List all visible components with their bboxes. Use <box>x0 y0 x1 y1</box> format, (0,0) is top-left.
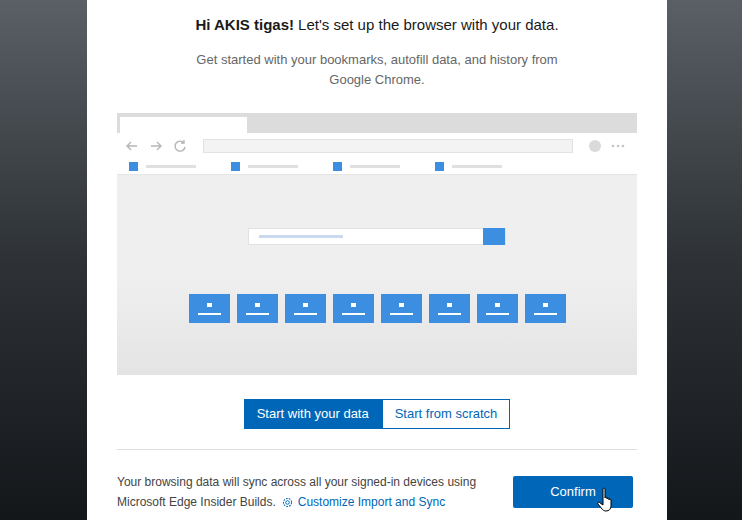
sync-notice-line: Microsoft Edge Insider Builds. <box>117 492 276 512</box>
heading: Let's set up the browser with your data. <box>298 16 559 33</box>
illustration-tab <box>120 117 247 133</box>
profile-icon <box>589 140 601 152</box>
illustration-tiles <box>189 294 566 323</box>
option-button[interactable]: Start with your data <box>244 399 382 429</box>
setup-dialog: Hi AKIS tigas!Let's set up the browser w… <box>87 0 667 520</box>
divider <box>117 449 637 450</box>
greeting: Hi AKIS tigas! <box>195 16 294 33</box>
option-button[interactable]: Start from scratch <box>382 399 511 429</box>
subtitle-line: Get started with your bookmarks, autofil… <box>196 50 557 70</box>
hand-cursor-icon <box>597 487 617 512</box>
customize-link[interactable]: Customize Import and Sync <box>298 492 445 512</box>
gear-icon <box>281 496 294 509</box>
confirm-button[interactable]: Confirm <box>513 476 633 508</box>
subtitle-line: Google Chrome. <box>329 70 424 90</box>
refresh-icon <box>173 139 187 153</box>
desktop-background: Hi AKIS tigas!Let's set up the browser w… <box>0 0 742 520</box>
illustration-address-bar <box>203 139 573 153</box>
dialog-footer: Your browsing data will sync across all … <box>117 472 637 512</box>
subtitle: Get started with your bookmarks, autofil… <box>117 50 637 90</box>
more-icon <box>611 144 625 148</box>
dialog-title: Hi AKIS tigas!Let's set up the browser w… <box>117 0 637 35</box>
illustration-search-box <box>248 228 506 245</box>
forward-arrow-icon <box>149 139 163 153</box>
setup-options: Start with your dataStart from scratch <box>117 399 637 429</box>
back-arrow-icon <box>125 139 139 153</box>
sync-notice-line: Your browsing data will sync across all … <box>117 472 476 492</box>
sync-notice: Your browsing data will sync across all … <box>117 472 476 512</box>
browser-illustration <box>117 113 637 375</box>
illustration-favorites-bar <box>117 158 637 175</box>
